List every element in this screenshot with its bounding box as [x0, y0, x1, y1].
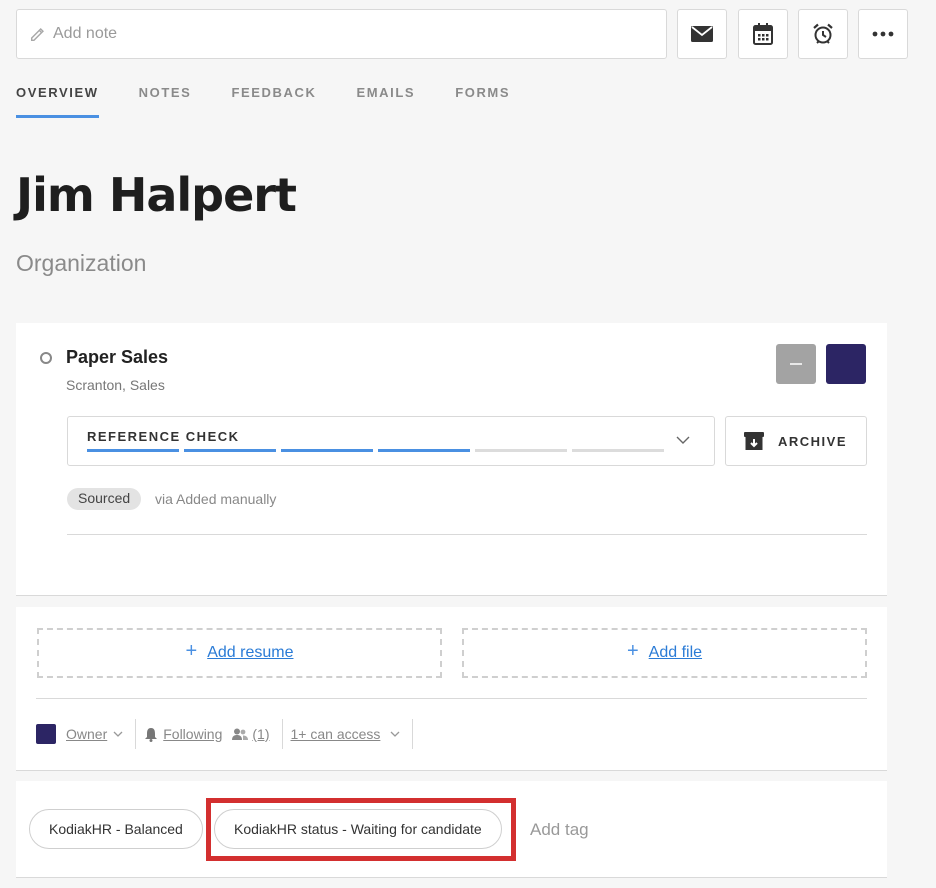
stage-segment — [572, 449, 664, 452]
chevron-down-icon — [676, 436, 690, 444]
minus-icon — [790, 363, 802, 365]
chevron-down-icon[interactable] — [390, 729, 400, 739]
add-file-link[interactable]: Add file — [649, 644, 702, 662]
tag-pill[interactable]: KodiakHR - Balanced — [29, 809, 203, 849]
plus-icon: + — [626, 640, 639, 662]
tab-overview[interactable]: OVERVIEW — [16, 83, 99, 118]
position-location: Scranton, Sales — [66, 377, 165, 393]
reminder-button[interactable] — [798, 9, 848, 59]
tab-emails[interactable]: EMAILS — [356, 83, 415, 118]
tab-feedback[interactable]: FEEDBACK — [231, 83, 316, 118]
add-tag-input[interactable]: Add tag — [530, 820, 589, 840]
add-note-field[interactable] — [16, 9, 667, 59]
stage-progress — [87, 449, 669, 452]
tags-card: KodiakHR - Balanced KodiakHR status - Wa… — [16, 781, 887, 878]
archive-box-icon — [744, 432, 764, 450]
source-badge: Sourced — [67, 488, 142, 510]
stage-segment — [184, 449, 276, 452]
add-file-dropzone[interactable]: + Add file — [462, 628, 867, 678]
position-title[interactable]: Paper Sales — [66, 347, 168, 368]
owner-avatar — [36, 724, 56, 744]
divider — [135, 719, 137, 749]
stage-segment — [475, 449, 567, 452]
files-card: + Add resume + Add file Owner Following … — [16, 607, 887, 771]
schedule-button[interactable] — [738, 9, 788, 59]
status-circle-icon — [40, 352, 52, 364]
position-card: Paper Sales Scranton, Sales REFERENCE CH… — [16, 323, 887, 596]
calendar-icon — [753, 23, 773, 45]
stage-segment — [87, 449, 179, 452]
chevron-down-icon[interactable] — [113, 729, 123, 739]
pencil-icon — [30, 28, 44, 42]
candidate-name: Jim Halpert — [16, 168, 297, 222]
candidate-organization[interactable]: Organization — [16, 250, 146, 277]
alarm-clock-icon — [813, 23, 833, 44]
more-icon — [872, 31, 894, 37]
add-resume-link[interactable]: Add resume — [207, 644, 293, 662]
collapse-button[interactable] — [776, 344, 816, 384]
divider — [281, 719, 283, 749]
users-icon — [232, 728, 249, 740]
tab-forms[interactable]: FORMS — [455, 83, 510, 118]
followers-count[interactable]: (1) — [252, 726, 269, 742]
following-toggle[interactable]: Following — [163, 726, 222, 742]
tag-pill[interactable]: KodiakHR status - Waiting for candidate — [214, 809, 502, 849]
tab-notes[interactable]: NOTES — [139, 83, 192, 118]
divider — [67, 534, 867, 535]
divider — [412, 719, 414, 749]
envelope-icon — [691, 26, 713, 42]
plus-icon: + — [185, 640, 198, 662]
stage-segment — [281, 449, 373, 452]
stage-segment — [378, 449, 470, 452]
owner-avatar[interactable] — [826, 344, 866, 384]
more-button[interactable] — [858, 9, 908, 59]
email-button[interactable] — [677, 9, 727, 59]
profile-tabs: OVERVIEW NOTES FEEDBACK EMAILS FORMS — [16, 83, 550, 119]
add-resume-dropzone[interactable]: + Add resume — [37, 628, 442, 678]
access-dropdown[interactable]: 1+ can access — [291, 726, 381, 742]
bell-icon — [145, 727, 158, 742]
add-note-input[interactable] — [53, 25, 613, 43]
access-row: Owner Following (1) 1+ can access — [36, 718, 421, 750]
stage-dropdown[interactable]: REFERENCE CHECK — [67, 416, 715, 466]
divider — [36, 698, 867, 699]
archive-button[interactable]: ARCHIVE — [725, 416, 867, 466]
archive-label: ARCHIVE — [778, 433, 848, 449]
source-text: via Added manually — [155, 491, 277, 507]
owner-dropdown[interactable]: Owner — [66, 726, 107, 742]
stage-label: REFERENCE CHECK — [87, 429, 240, 444]
